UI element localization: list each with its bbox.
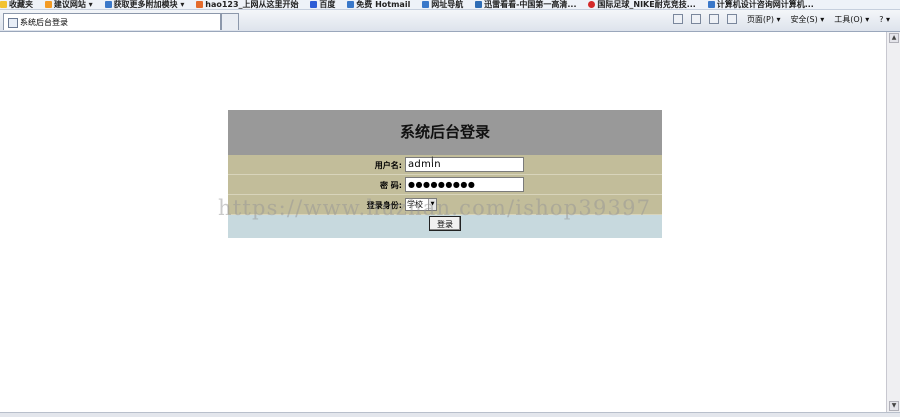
- password-input[interactable]: ●●●●●●●●●: [405, 177, 524, 192]
- new-tab-button[interactable]: [221, 13, 239, 30]
- chevron-down-icon: ▼: [428, 199, 436, 210]
- role-label: 登录身份:: [366, 201, 402, 210]
- ie-page-icon: [104, 1, 112, 8]
- print-icon[interactable]: [727, 14, 738, 24]
- login-button[interactable]: 登录: [429, 216, 461, 231]
- ie-page-icon: [422, 1, 430, 8]
- username-row: 用户名: admin: [228, 155, 662, 175]
- web-slice-icon: [44, 1, 52, 8]
- star-icon: [0, 1, 7, 8]
- role-selected-value: 学校: [407, 200, 423, 209]
- safety-menu[interactable]: 安全(S) ▾: [790, 15, 824, 24]
- scroll-up-icon[interactable]: ▲: [889, 33, 899, 43]
- tab-title: 系统后台登录: [20, 18, 68, 27]
- status-bar: [0, 412, 900, 417]
- favorites-bar: 收藏夹 建议网站 ▾ 获取更多附加模块 ▾ hao123_上网从这里开始 百度 …: [0, 0, 900, 10]
- hao-icon: [196, 1, 204, 8]
- text-cursor-icon: I: [431, 156, 434, 166]
- feeds-icon[interactable]: [691, 14, 702, 24]
- favorites-item[interactable]: 免费 Hotmail: [347, 0, 410, 9]
- favorites-item[interactable]: 迅雷看看-中国第一高清...: [475, 0, 577, 9]
- scroll-down-icon[interactable]: ▼: [889, 401, 899, 411]
- favorites-item[interactable]: 国际足球_NIKE耐克竞技...: [588, 0, 696, 9]
- ie-page-icon: [347, 1, 355, 8]
- favorites-item[interactable]: 建议网站 ▾: [44, 0, 93, 9]
- page-icon: [8, 18, 18, 28]
- favorites-item[interactable]: hao123_上网从这里开始: [196, 0, 299, 9]
- username-input[interactable]: admin: [405, 157, 524, 172]
- favorites-item[interactable]: 获取更多附加模块 ▾: [104, 0, 184, 9]
- mail-icon[interactable]: [709, 14, 720, 24]
- role-select[interactable]: 学校 ▼: [405, 198, 437, 211]
- login-panel: 系统后台登录 用户名: admin 密 码: ●●●●●●●●● 登录身份: 学…: [228, 110, 662, 238]
- baidu-icon: [310, 1, 318, 8]
- nike-icon: [588, 1, 596, 8]
- favorites-item[interactable]: 百度: [310, 0, 335, 9]
- tools-menu[interactable]: 工具(O) ▾: [834, 15, 869, 24]
- favorites-item[interactable]: 收藏夹: [0, 0, 33, 9]
- password-label: 密 码:: [380, 181, 402, 190]
- login-footer: 登录: [228, 215, 662, 238]
- login-title: 系统后台登录: [228, 110, 662, 155]
- role-row: 登录身份: 学校 ▼: [228, 195, 662, 215]
- tab-bar: 系统后台登录 页面(P) ▾ 安全(S) ▾ 工具(O) ▾ ? ▾: [0, 10, 900, 32]
- xunlei-icon: [475, 1, 483, 8]
- home-icon[interactable]: [673, 14, 684, 24]
- vertical-scrollbar[interactable]: ▲ ▼: [886, 32, 900, 412]
- password-row: 密 码: ●●●●●●●●●: [228, 175, 662, 195]
- command-bar: 页面(P) ▾ 安全(S) ▾ 工具(O) ▾ ? ▾: [668, 14, 890, 25]
- help-menu[interactable]: ? ▾: [879, 15, 890, 24]
- page-menu[interactable]: 页面(P) ▾: [747, 15, 781, 24]
- favorites-item[interactable]: 计算机设计咨询网计算机...: [707, 0, 814, 9]
- browser-tab[interactable]: 系统后台登录: [3, 13, 221, 30]
- favorites-item[interactable]: 网址导航: [422, 0, 463, 9]
- ie-page-icon: [707, 1, 715, 8]
- username-label: 用户名:: [374, 161, 402, 170]
